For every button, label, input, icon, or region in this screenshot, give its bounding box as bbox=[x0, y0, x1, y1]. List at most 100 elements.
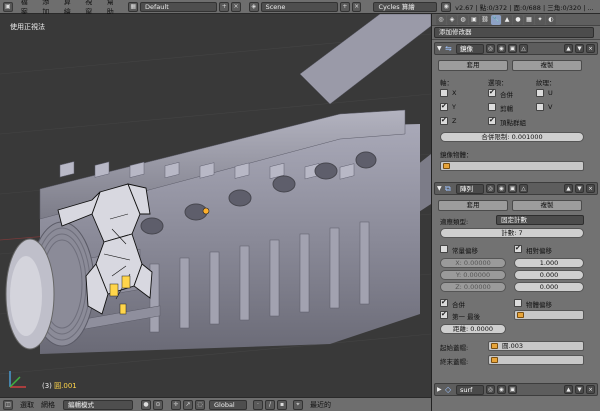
merge-distance-field[interactable]: 距離: 0.0000 bbox=[440, 324, 506, 334]
constant-z-field[interactable]: Z: 0.00000 bbox=[440, 282, 506, 292]
surf-modifier-name[interactable]: surf bbox=[456, 384, 484, 395]
render-toggle-icon[interactable]: ◎ bbox=[486, 385, 495, 394]
blender-logo-icon: ◉ bbox=[441, 1, 452, 12]
constant-offset-checkbox[interactable] bbox=[440, 245, 448, 253]
cage-toggle-icon[interactable]: △ bbox=[519, 184, 528, 193]
mesh-render[interactable] bbox=[0, 14, 431, 397]
edge-select-icon[interactable]: / bbox=[265, 399, 275, 410]
3d-viewport[interactable]: 使用正視法 (3) 圓.001 bbox=[0, 14, 431, 397]
face-select-icon[interactable]: ▪ bbox=[277, 399, 287, 410]
mirror-object-field[interactable] bbox=[440, 161, 584, 171]
mirror-modifier-name[interactable]: 鏡像 bbox=[456, 43, 484, 54]
shading-icon[interactable]: ● bbox=[141, 399, 151, 410]
editor-type-icon[interactable]: ◫ bbox=[3, 399, 13, 410]
object-offset-checkbox[interactable] bbox=[514, 299, 522, 307]
editmode-toggle-icon[interactable]: ▣ bbox=[508, 385, 517, 394]
merge-checkbox[interactable] bbox=[440, 298, 448, 307]
vertex-groups-checkbox[interactable] bbox=[488, 116, 496, 125]
scene-tab-icon[interactable]: ◈ bbox=[447, 14, 457, 25]
move-down-icon[interactable]: ▼ bbox=[575, 184, 584, 193]
move-up-icon[interactable]: ▲ bbox=[564, 385, 573, 394]
axis-x-checkbox[interactable] bbox=[440, 89, 448, 97]
scene-select[interactable]: Scene bbox=[260, 1, 339, 12]
physics-tab-icon[interactable]: ◐ bbox=[546, 14, 556, 25]
pivot-icon[interactable]: ⊙ bbox=[153, 399, 163, 410]
offset-object-field[interactable] bbox=[514, 310, 584, 320]
snap-icon[interactable]: ⌖ bbox=[293, 399, 303, 410]
viewport-toggle-icon[interactable]: ◉ bbox=[497, 44, 506, 53]
fit-type-select[interactable]: 固定計數 bbox=[496, 215, 584, 225]
data-tab-icon[interactable]: ▲ bbox=[502, 14, 512, 25]
merge-checkbox[interactable] bbox=[488, 88, 496, 97]
menu-select[interactable]: 選取 bbox=[20, 400, 34, 410]
delete-layout-button[interactable]: × bbox=[231, 1, 241, 12]
render-tab-icon[interactable]: ◎ bbox=[436, 14, 446, 25]
particle-tab-icon[interactable]: ✦ bbox=[535, 14, 545, 25]
mirror-copy-button[interactable]: 複製 bbox=[512, 60, 582, 71]
array-modifier-name[interactable]: 陣列 bbox=[456, 183, 484, 194]
move-up-icon[interactable]: ▲ bbox=[564, 44, 573, 53]
constant-x-field[interactable]: X: 0.00000 bbox=[440, 258, 506, 268]
viewport-toggle-icon[interactable]: ◉ bbox=[497, 385, 506, 394]
layout-select[interactable]: Default bbox=[140, 1, 218, 12]
menu-mesh[interactable]: 網格 bbox=[41, 400, 55, 410]
cage-toggle-icon[interactable]: △ bbox=[519, 44, 528, 53]
add-modifier-select[interactable]: 添加修改器 bbox=[434, 27, 594, 38]
orientation-select[interactable]: Global bbox=[209, 399, 247, 410]
remove-modifier-icon[interactable]: × bbox=[586, 184, 595, 193]
vertex-select-icon[interactable]: · bbox=[253, 399, 263, 410]
collapse-icon[interactable]: ▼ bbox=[437, 185, 445, 192]
texture-u-checkbox[interactable] bbox=[536, 89, 544, 97]
clip-checkbox[interactable] bbox=[488, 103, 496, 111]
translate-icon[interactable]: ↗ bbox=[183, 399, 193, 410]
expand-icon[interactable]: ▶ bbox=[437, 386, 445, 393]
render-toggle-icon[interactable]: ◎ bbox=[486, 184, 495, 193]
add-scene-button[interactable]: + bbox=[340, 1, 350, 12]
relative-offset-checkbox[interactable] bbox=[514, 244, 522, 253]
snap-target-select[interactable]: 最近的 bbox=[310, 400, 331, 410]
object-tab-icon[interactable]: ▣ bbox=[469, 14, 479, 25]
end-cap-field[interactable] bbox=[488, 355, 584, 365]
render-toggle-icon[interactable]: ◎ bbox=[486, 44, 495, 53]
constraint-tab-icon[interactable]: ⛓ bbox=[480, 14, 490, 25]
screen-layout-icon[interactable]: ▦ bbox=[128, 1, 139, 12]
editmode-toggle-icon[interactable]: ▣ bbox=[508, 184, 517, 193]
collapse-icon[interactable]: ▼ bbox=[437, 45, 445, 52]
remove-modifier-icon[interactable]: × bbox=[586, 44, 595, 53]
world-tab-icon[interactable]: ◍ bbox=[458, 14, 468, 25]
delete-scene-button[interactable]: × bbox=[351, 1, 362, 12]
mirror-modifier-header[interactable]: ▼ ⇋ 鏡像 ◎ ◉ ▣ △ ▲ ▼ × bbox=[434, 42, 598, 55]
first-last-checkbox[interactable] bbox=[440, 310, 448, 319]
editmode-toggle-icon[interactable]: ▣ bbox=[508, 44, 517, 53]
merge-limit-field[interactable]: 合併限制: 0.001000 bbox=[440, 132, 584, 142]
relative-x-field[interactable]: 1.000 bbox=[514, 258, 584, 268]
scene-icon[interactable]: ◈ bbox=[248, 1, 259, 12]
add-layout-button[interactable]: + bbox=[219, 1, 230, 12]
material-tab-icon[interactable]: ● bbox=[513, 14, 523, 25]
axis-z-checkbox[interactable] bbox=[440, 116, 448, 125]
remove-modifier-icon[interactable]: × bbox=[586, 385, 595, 394]
array-copy-button[interactable]: 複製 bbox=[512, 200, 582, 211]
manipulator-icon[interactable]: ✛ bbox=[171, 399, 181, 410]
relative-z-field[interactable]: 0.000 bbox=[514, 282, 584, 292]
mode-select[interactable]: 編輯模式 bbox=[63, 399, 133, 410]
relative-y-field[interactable]: 0.000 bbox=[514, 270, 584, 280]
move-down-icon[interactable]: ▼ bbox=[575, 385, 584, 394]
constant-y-field[interactable]: Y: 0.00000 bbox=[440, 270, 506, 280]
move-up-icon[interactable]: ▲ bbox=[564, 184, 573, 193]
texture-tab-icon[interactable]: ▦ bbox=[524, 14, 534, 25]
modifier-tab-icon[interactable]: 🔧 bbox=[491, 14, 501, 25]
start-cap-field[interactable]: 圓.003 bbox=[488, 341, 584, 351]
count-field[interactable]: 計數: 7 bbox=[440, 228, 584, 238]
editor-type-icon[interactable]: ▣ bbox=[3, 1, 13, 12]
viewport-toggle-icon[interactable]: ◉ bbox=[497, 184, 506, 193]
surf-modifier-header[interactable]: ▶ ◇ surf ◎ ◉ ▣ ▲ ▼ × bbox=[434, 383, 598, 396]
array-apply-button[interactable]: 套用 bbox=[438, 200, 508, 211]
texture-v-checkbox[interactable] bbox=[536, 103, 544, 111]
move-down-icon[interactable]: ▼ bbox=[575, 44, 584, 53]
mirror-apply-button[interactable]: 套用 bbox=[438, 60, 508, 71]
rotate-icon[interactable]: ◌ bbox=[195, 399, 205, 410]
render-engine-select[interactable]: Cycles 算繪 bbox=[373, 1, 438, 12]
array-modifier-header[interactable]: ▼ ⧉ 陣列 ◎ ◉ ▣ △ ▲ ▼ × bbox=[434, 182, 598, 195]
axis-y-checkbox[interactable] bbox=[440, 102, 448, 111]
